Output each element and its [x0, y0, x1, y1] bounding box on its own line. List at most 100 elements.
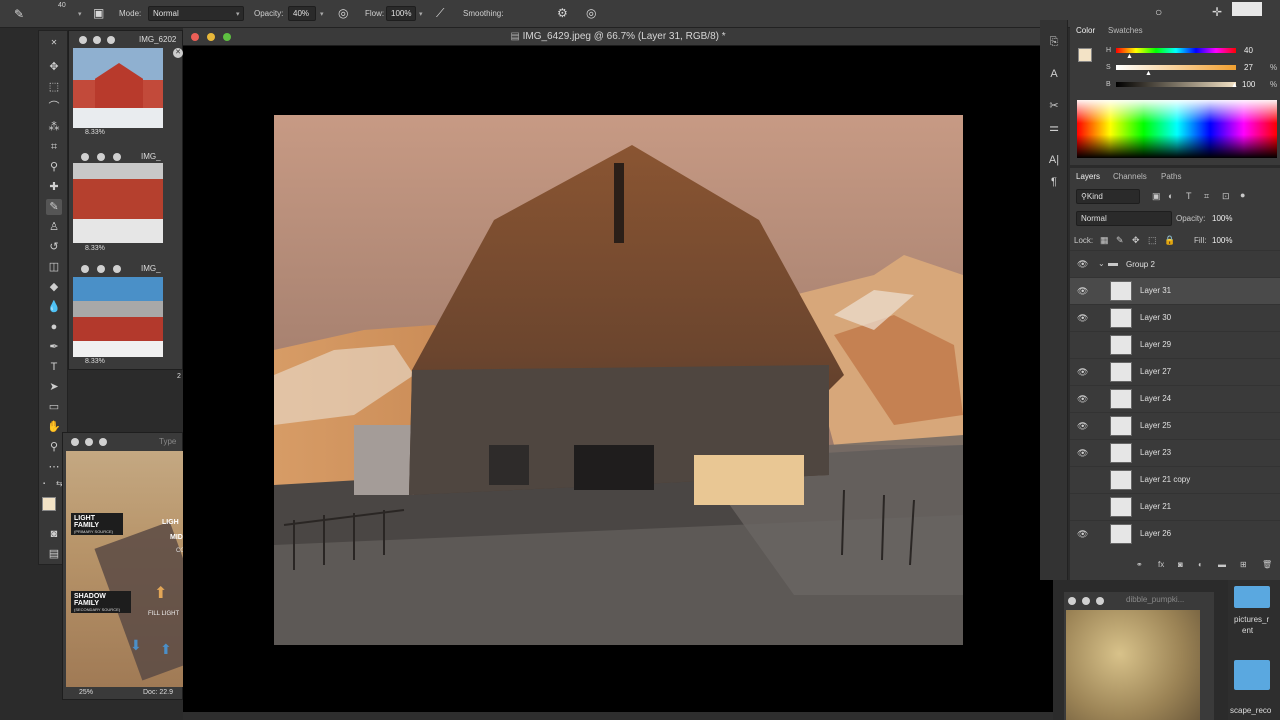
zoom-button[interactable] [113, 265, 121, 273]
quick-select-tool-icon[interactable]: ⁂ [46, 119, 62, 135]
add-mask-icon[interactable]: ◙ [1178, 560, 1183, 569]
layer-row[interactable]: 👁 Layer 26 [1070, 520, 1280, 547]
toolbar-collapse-icon[interactable]: ✕ [46, 35, 62, 51]
lock-transparent-icon[interactable]: ▦ [1100, 235, 1109, 246]
airbrush-icon[interactable]: ⟋ [436, 6, 444, 21]
workspace-icon[interactable]: ✛ [1212, 5, 1222, 19]
foreground-color-swatch[interactable] [42, 497, 56, 511]
s-value[interactable]: 27 [1244, 63, 1253, 72]
lock-position-icon[interactable]: ✥ [1132, 235, 1140, 246]
dodge-tool-icon[interactable]: ● [46, 319, 62, 335]
filter-type-icon[interactable]: T [1186, 191, 1192, 201]
layer-row[interactable]: 👁 Layer 23 [1070, 439, 1280, 466]
link-layers-icon[interactable]: ⚭ [1136, 560, 1143, 569]
tools-presets-icon[interactable]: ✂ [1046, 98, 1062, 114]
delete-layer-icon[interactable]: 🗑 [1262, 560, 1272, 569]
new-layer-icon[interactable]: ⊞ [1240, 560, 1247, 569]
brush-preset-chevron-icon[interactable]: ▾ [78, 10, 82, 18]
layer-style-fx-icon[interactable]: fx [1158, 560, 1164, 569]
zoom-button[interactable] [99, 438, 107, 446]
opacity-input[interactable]: 40% [288, 6, 316, 21]
tab-swatches[interactable]: Swatches [1108, 26, 1143, 35]
flow-input[interactable]: 100% [386, 6, 416, 21]
brush-settings-icon[interactable]: ▣ [93, 6, 104, 20]
layer-row[interactable]: 👁 Layer 31 [1070, 277, 1280, 304]
close-button[interactable] [79, 36, 87, 44]
path-selection-tool-icon[interactable]: ➤ [46, 379, 62, 395]
folder-icon[interactable] [1234, 586, 1270, 608]
thumb3-image[interactable] [73, 277, 163, 357]
finder-item-2[interactable]: scape_reco [1230, 706, 1271, 715]
minimize-button[interactable] [207, 33, 215, 41]
quick-mask-icon[interactable]: ◙ [46, 526, 62, 542]
paint-bucket-tool-icon[interactable]: ◆ [46, 279, 62, 295]
layer-row[interactable]: 👁 Layer 30 [1070, 304, 1280, 331]
filter-smart-object-icon[interactable]: ⊡ [1222, 191, 1230, 202]
h-value[interactable]: 40 [1244, 46, 1253, 55]
minimize-button[interactable] [1082, 597, 1090, 605]
foreground-color-swatch[interactable] [1078, 48, 1092, 62]
visibility-eye-icon[interactable]: 👁 [1077, 529, 1088, 540]
blur-tool-icon[interactable]: 💧 [46, 299, 62, 315]
screen-mode-icon[interactable]: ▤ [46, 546, 62, 562]
b-value[interactable]: 100 [1242, 80, 1255, 89]
glyphs-panel-icon[interactable]: A| [1046, 152, 1062, 168]
group-expand-chevron-icon[interactable]: ⌄ [1098, 259, 1105, 268]
pressure-size-icon[interactable]: ◎ [586, 6, 596, 20]
adjustments-icon[interactable]: ⚌ [1046, 120, 1062, 136]
close-button[interactable] [191, 33, 199, 41]
opacity-chevron-icon[interactable]: ▾ [320, 10, 324, 18]
minimize-button[interactable] [97, 265, 105, 273]
zoom-button[interactable] [1096, 597, 1104, 605]
minimize-button[interactable] [93, 36, 101, 44]
fill-value[interactable]: 100% [1212, 236, 1232, 245]
brightness-slider[interactable] [1116, 82, 1236, 87]
filter-shape-icon[interactable]: ⌗ [1204, 191, 1209, 202]
minimize-button[interactable] [85, 438, 93, 446]
crop-tool-icon[interactable]: ⌗ [46, 139, 62, 155]
visibility-eye-icon[interactable]: 👁 [1077, 421, 1088, 432]
visibility-eye-icon[interactable]: 👁 [1077, 448, 1088, 459]
paragraph-panel-icon[interactable]: ¶ [1046, 174, 1062, 190]
filter-adjustment-icon[interactable]: ◐ [1168, 191, 1173, 201]
brush-size-value[interactable]: 40 [58, 2, 66, 9]
filter-toggle-icon[interactable]: ● [1240, 190, 1245, 200]
thumb2-image[interactable] [73, 163, 163, 243]
layer-group-row[interactable]: 👁 ⌄ ▬ Group 2 [1070, 250, 1280, 277]
close-button[interactable] [81, 265, 89, 273]
tab-paths[interactable]: Paths [1161, 172, 1181, 181]
layer-row[interactable]: 👁 Layer 25 [1070, 412, 1280, 439]
color-spectrum[interactable] [1077, 100, 1277, 158]
brush-tool-icon[interactable]: ✎ [14, 7, 24, 21]
brightness-slider-handle-icon[interactable]: ▲ [1231, 82, 1238, 89]
finder-item-1[interactable]: pictures_r [1234, 615, 1269, 624]
secondary-document-image[interactable] [1066, 610, 1200, 720]
character-panel-icon[interactable]: A [1046, 66, 1062, 82]
visibility-eye-icon[interactable]: 👁 [1077, 313, 1088, 324]
tab-channels[interactable]: Channels [1113, 172, 1147, 181]
pen-tool-icon[interactable]: ✒ [46, 339, 62, 355]
layer-row[interactable]: Layer 29 [1070, 331, 1280, 358]
reference-image[interactable]: LIGHT FAMILY (PRIMARY SOURCE) SHADOW FAM… [66, 451, 184, 687]
close-icon[interactable]: ✕ [173, 48, 183, 58]
close-button[interactable] [1068, 597, 1076, 605]
close-button[interactable] [81, 153, 89, 161]
mode-select[interactable]: Normal [148, 6, 244, 21]
type-tool-icon[interactable]: T [46, 359, 62, 375]
brush-tool-icon[interactable]: ✎ [46, 199, 62, 215]
folder-icon[interactable] [1234, 660, 1270, 690]
zoom-tool-icon[interactable]: ⚲ [46, 439, 62, 455]
lock-artboard-icon[interactable]: ⬚ [1148, 235, 1157, 246]
close-button[interactable] [71, 438, 79, 446]
rectangle-tool-icon[interactable]: ▭ [46, 399, 62, 415]
search-icon[interactable]: ○ [1155, 5, 1162, 19]
clone-stamp-tool-icon[interactable]: ♙ [46, 219, 62, 235]
visibility-eye-icon[interactable]: 👁 [1077, 394, 1088, 405]
saturation-slider-handle-icon[interactable]: ▲ [1145, 70, 1152, 77]
zoom-button[interactable] [113, 153, 121, 161]
mode-chevron-icon[interactable]: ▾ [236, 10, 240, 18]
canvas-image[interactable] [274, 115, 963, 645]
move-tool-icon[interactable]: ✥ [46, 59, 62, 75]
history-brush-tool-icon[interactable]: ↺ [46, 239, 62, 255]
thumb1-image[interactable] [73, 48, 163, 128]
